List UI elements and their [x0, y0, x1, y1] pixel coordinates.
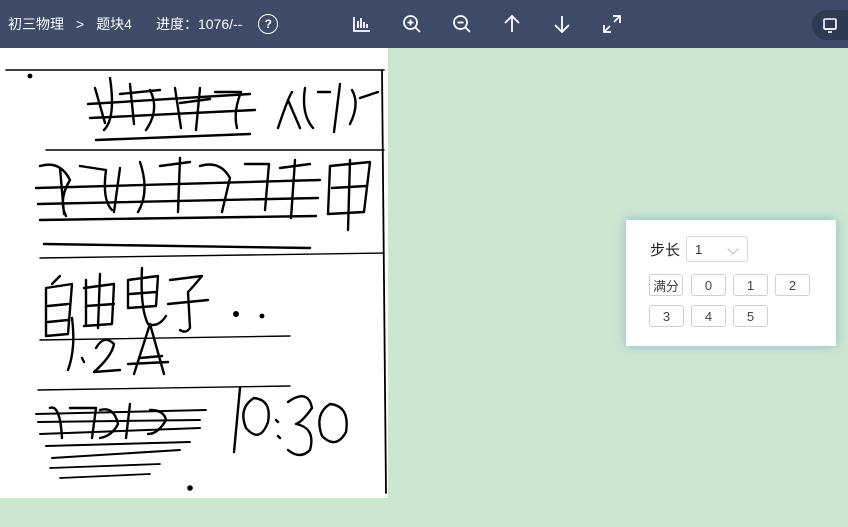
answer-image — [0, 48, 388, 498]
score-button-3[interactable]: 3 — [649, 305, 684, 327]
step-row: 步长 1 — [650, 236, 749, 262]
bar-chart-icon[interactable] — [350, 12, 374, 36]
zoom-in-icon[interactable] — [400, 12, 424, 36]
handwriting-scan — [5, 69, 387, 494]
question-block-label[interactable]: 题块4 — [96, 14, 132, 34]
step-value: 1 — [695, 241, 703, 257]
progress-value: 1076/-- — [197, 16, 243, 32]
top-bar: 初三物理 > 题块4 进度： 1076/-- ? — [0, 0, 848, 48]
arrow-down-icon[interactable] — [550, 12, 574, 36]
score-button-5[interactable]: 5 — [733, 305, 768, 327]
score-button-0[interactable]: 0 — [691, 274, 726, 296]
chevron-down-icon — [727, 243, 739, 255]
score-button-2[interactable]: 2 — [775, 274, 810, 296]
breadcrumb: 初三物理 > 题块4 进度： 1076/-- ? — [8, 0, 279, 48]
help-icon[interactable]: ? — [258, 14, 279, 34]
subject-label[interactable]: 初三物理 — [8, 14, 64, 34]
arrow-up-icon[interactable] — [500, 12, 524, 36]
progress-label: 进度： — [155, 16, 198, 32]
panel-toggle-button[interactable] — [812, 10, 848, 40]
panel-toggle-icon — [823, 18, 837, 33]
step-label: 步长 — [650, 241, 681, 259]
step-select[interactable]: 1 — [686, 236, 749, 262]
score-button-1[interactable]: 1 — [733, 274, 768, 296]
score-button-4[interactable]: 4 — [691, 305, 726, 327]
fullscreen-icon[interactable] — [600, 12, 624, 36]
toolbar — [350, 0, 650, 48]
zoom-out-icon[interactable] — [450, 12, 474, 36]
breadcrumb-separator: > — [76, 16, 85, 32]
score-panel: 步长 1 满分 0 1 2 3 4 5 — [626, 220, 836, 346]
full-score-button[interactable]: 满分 — [649, 274, 683, 296]
